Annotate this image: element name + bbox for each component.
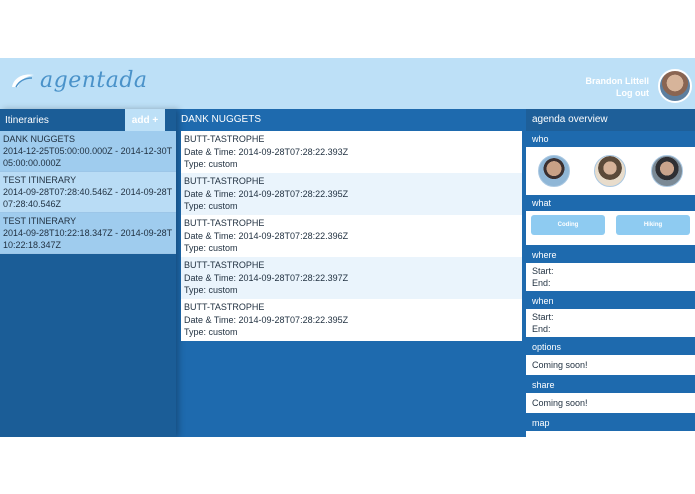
app-window: agentada Brandon Littell Log out Itinera… <box>0 58 695 437</box>
itinerary-item[interactable]: TEST ITINERARY 2014-09-28T10:22:18.347Z … <box>0 213 176 254</box>
user-name[interactable]: Brandon Littell <box>586 75 650 87</box>
user-avatar[interactable] <box>658 69 692 103</box>
when-section-header: when <box>526 293 695 309</box>
agenda-overview-panel: agenda overview who what Coding Hiking w… <box>526 109 695 437</box>
event-name: BUTT-TASTROPHE <box>184 260 265 270</box>
itineraries-panel: Itineraries add + DANK NUGGETS 2014-12-2… <box>0 109 176 437</box>
itinerary-item[interactable]: TEST ITINERARY 2014-09-28T07:28:40.546Z … <box>0 172 176 213</box>
tag-hiking[interactable]: Hiking <box>616 215 690 235</box>
event-name: BUTT-TASTROPHE <box>184 302 265 312</box>
event-datetime: Date & Time: 2014-09-28T07:28:22.393Z <box>184 146 349 157</box>
event-datetime: Date & Time: 2014-09-28T07:28:22.397Z <box>184 272 349 283</box>
where-details: Start: End: <box>526 263 695 291</box>
event-item[interactable]: BUTT-TASTROPHE Date & Time: 2014-09-28T0… <box>181 299 522 341</box>
options-text: Coming soon! <box>526 355 695 375</box>
when-end: End: <box>532 324 551 334</box>
event-type: Type: custom <box>184 327 238 338</box>
itinerary-name: DANK NUGGETS <box>3 134 76 144</box>
event-item[interactable]: BUTT-TASTROPHE Date & Time: 2014-09-28T0… <box>181 215 522 257</box>
itineraries-header: Itineraries add + <box>0 109 176 131</box>
who-avatars <box>526 147 695 195</box>
itinerary-name: TEST ITINERARY <box>3 175 77 185</box>
itinerary-dates: 2014-09-28T10:22:18.347Z - 2014-09-28T10… <box>3 228 173 250</box>
events-panel: DANK NUGGETS BUTT-TASTROPHE Date & Time:… <box>176 109 526 437</box>
logo-icon <box>12 74 34 87</box>
itinerary-dates: 2014-12-25T05:00:00.000Z - 2014-12-30T05… <box>3 146 173 168</box>
event-datetime: Date & Time: 2014-09-28T07:28:22.395Z <box>184 188 349 199</box>
participant-avatar[interactable] <box>650 155 683 187</box>
what-section-header: what <box>526 195 695 211</box>
what-tags: Coding Hiking <box>526 211 695 245</box>
itinerary-item[interactable]: DANK NUGGETS 2014-12-25T05:00:00.000Z - … <box>0 131 176 172</box>
event-type: Type: custom <box>184 159 238 170</box>
user-menu: Brandon Littell Log out <box>586 75 650 99</box>
logo[interactable]: agentada <box>10 68 148 93</box>
event-item[interactable]: BUTT-TASTROPHE Date & Time: 2014-09-28T0… <box>181 257 522 299</box>
logout-link[interactable]: Log out <box>586 87 649 99</box>
event-type: Type: custom <box>184 243 238 254</box>
agenda-overview-title: agenda overview <box>526 109 695 131</box>
event-name: BUTT-TASTROPHE <box>184 134 265 144</box>
when-details: Start: End: <box>526 309 695 337</box>
event-item[interactable]: BUTT-TASTROPHE Date & Time: 2014-09-28T0… <box>181 131 522 173</box>
event-type: Type: custom <box>184 201 238 212</box>
participant-avatar[interactable] <box>538 155 571 187</box>
event-datetime: Date & Time: 2014-09-28T07:28:22.396Z <box>184 230 349 241</box>
itinerary-name: TEST ITINERARY <box>3 216 77 226</box>
share-text: Coming soon! <box>526 393 695 413</box>
tag-coding[interactable]: Coding <box>531 215 605 235</box>
share-section-header: share <box>526 377 695 393</box>
event-item[interactable]: BUTT-TASTROPHE Date & Time: 2014-09-28T0… <box>181 173 522 215</box>
logo-text: agentada <box>40 68 148 93</box>
itineraries-title: Itineraries <box>5 114 49 126</box>
add-itinerary-button[interactable]: add + <box>125 109 165 131</box>
event-list: BUTT-TASTROPHE Date & Time: 2014-09-28T0… <box>181 131 522 341</box>
event-datetime: Date & Time: 2014-09-28T07:28:22.395Z <box>184 314 349 325</box>
where-section-header: where <box>526 247 695 263</box>
event-name: BUTT-TASTROPHE <box>184 218 265 228</box>
options-section-header: options <box>526 339 695 355</box>
where-end: End: <box>532 278 551 288</box>
participant-avatar[interactable] <box>594 155 627 187</box>
itinerary-title: DANK NUGGETS <box>181 114 262 125</box>
who-section-header: who <box>526 131 695 147</box>
itinerary-dates: 2014-09-28T07:28:40.546Z - 2014-09-28T07… <box>3 187 173 209</box>
where-start: Start: <box>532 266 554 276</box>
map-section-header: map <box>526 415 695 431</box>
event-name: BUTT-TASTROPHE <box>184 176 265 186</box>
header-bar: agentada Brandon Littell Log out <box>0 58 695 109</box>
when-start: Start: <box>532 312 554 322</box>
event-type: Type: custom <box>184 285 238 296</box>
